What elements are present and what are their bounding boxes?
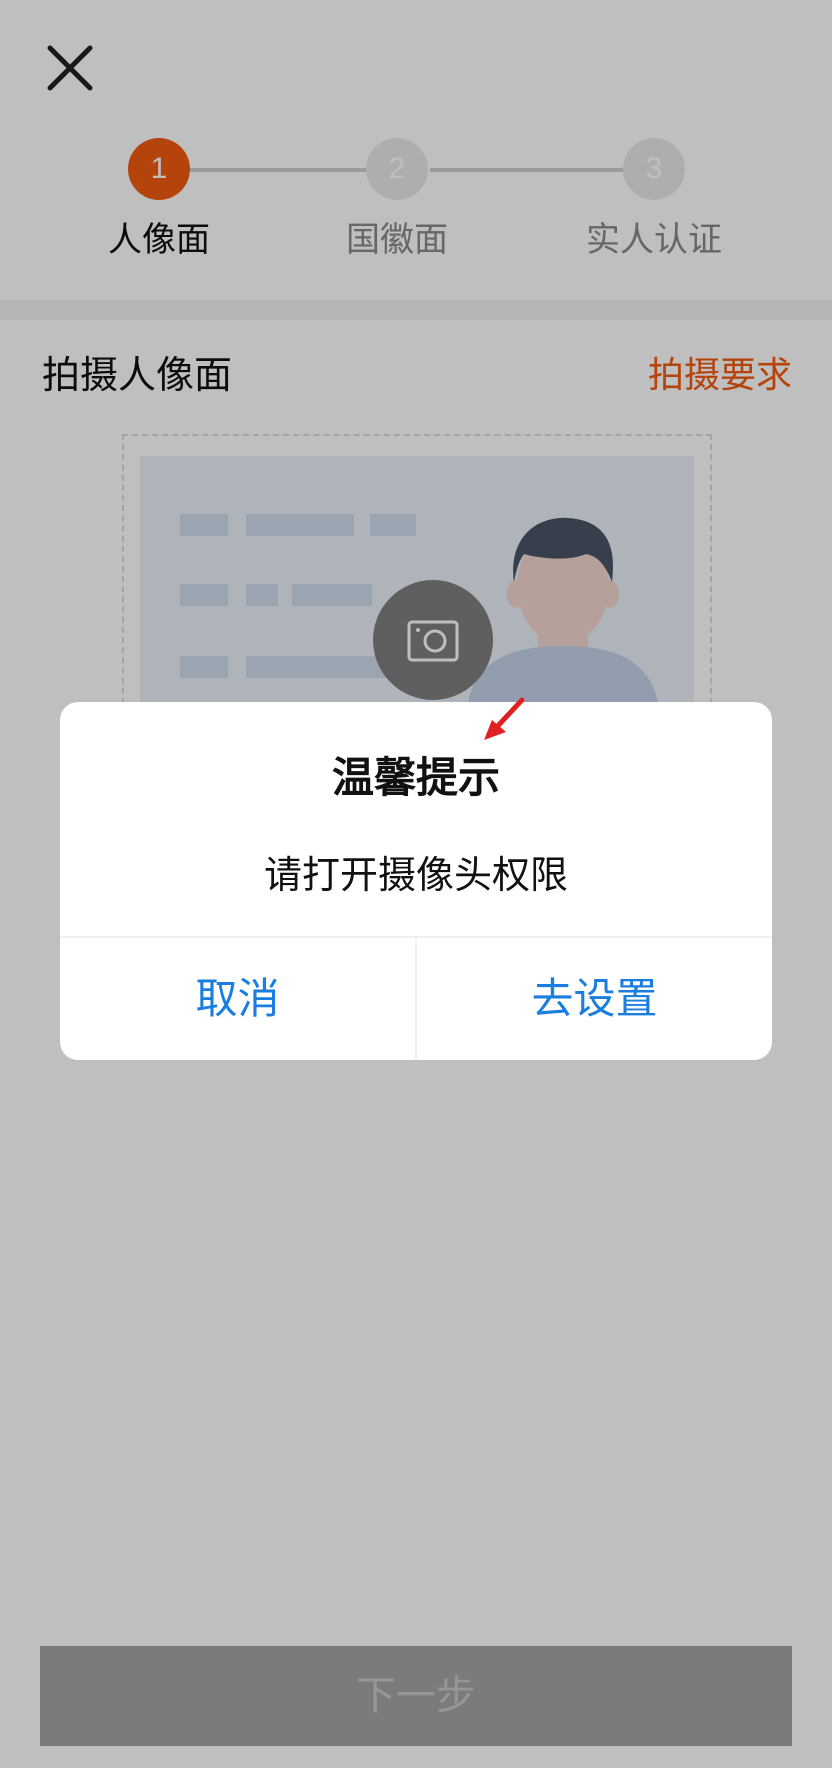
arrow-annotation-icon [484, 697, 525, 740]
permission-dialog: 温馨提示 请打开摄像头权限 取消 去设置 [60, 702, 772, 1060]
go-to-settings-button[interactable]: 去设置 [417, 938, 772, 1060]
dialog-message: 请打开摄像头权限 [263, 853, 568, 897]
cancel-button[interactable]: 取消 [60, 938, 415, 1060]
id-verification-page: 1 人像面 2 国徽面 3 实人认证 拍摄人像面 拍摄要求 下一步 温馨提示 请… [0, 0, 832, 1768]
dialog-title: 温馨提示 [331, 753, 500, 802]
